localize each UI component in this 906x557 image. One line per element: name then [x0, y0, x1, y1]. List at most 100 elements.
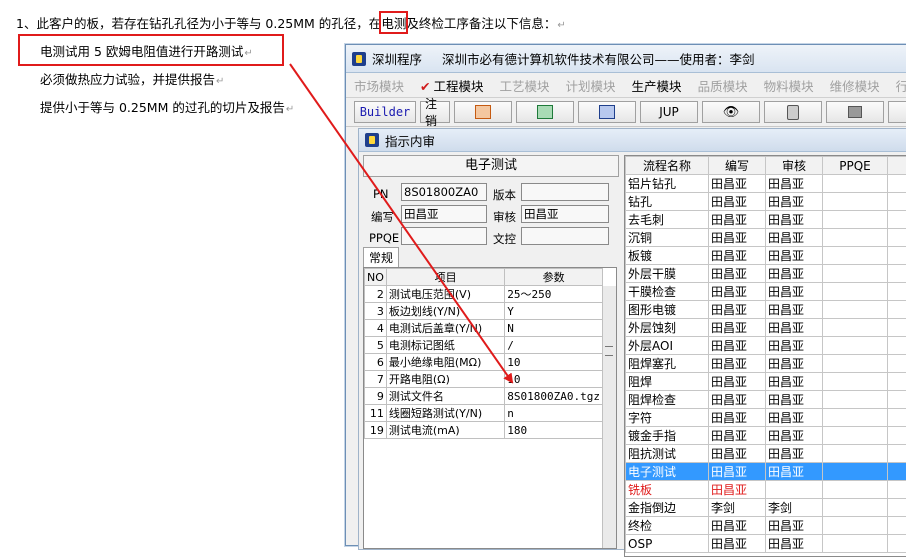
column-header-process-name[interactable]: 流程名称 — [626, 157, 709, 175]
menu-production[interactable]: 生产模块 — [624, 76, 690, 95]
process-row[interactable]: 阻焊检查田昌亚田昌亚 — [626, 391, 906, 409]
column-header-author[interactable]: 编写 — [709, 157, 766, 175]
process-row[interactable]: 图形电镀田昌亚田昌亚 — [626, 301, 906, 319]
param-row[interactable]: 7开路电阻(Ω)10 — [365, 371, 603, 388]
detail-panel: 电子测试 PN 8S01800ZA0 版本 编写 田昌亚 审核 田昌亚 PPQE… — [363, 155, 619, 547]
database-button[interactable] — [764, 101, 822, 123]
column-header-f[interactable]: F — [888, 157, 906, 175]
process-row-ppqe — [823, 193, 888, 211]
column-header-no[interactable]: NO — [365, 269, 387, 286]
param-scrollbar[interactable] — [602, 286, 616, 548]
powerpoint-button[interactable] — [454, 101, 512, 123]
tools-button[interactable] — [826, 101, 884, 123]
process-row[interactable]: 外层蚀刻田昌亚田昌亚 — [626, 319, 906, 337]
menu-maintenance[interactable]: 维修模块 — [822, 76, 888, 95]
process-row-reviewer: 田昌亚 — [766, 373, 823, 391]
view-button[interactable]: 👁 — [702, 101, 760, 123]
jup-button[interactable]: JUP — [640, 101, 698, 123]
version-label: 版本 — [493, 187, 516, 203]
powerpoint-icon — [475, 105, 491, 119]
process-row-f — [888, 391, 906, 409]
menu-admin[interactable]: 行政模 — [888, 76, 906, 95]
builder-button[interactable]: Builder — [354, 101, 416, 123]
process-row[interactable]: 外层干膜田昌亚田昌亚 — [626, 265, 906, 283]
param-row[interactable]: 3板边划线(Y/N)Y — [365, 303, 603, 320]
window-titlebar[interactable]: 深圳程序 深圳市必有德计算机软件技术有限公司——使用者：李剑 — [346, 45, 906, 73]
param-row[interactable]: 9测试文件名8S01800ZA0.tgz — [365, 388, 603, 405]
process-row[interactable]: 沉铜田昌亚田昌亚 — [626, 229, 906, 247]
process-row-ppqe — [823, 175, 888, 193]
process-row[interactable]: 板镀田昌亚田昌亚 — [626, 247, 906, 265]
param-row-no: 6 — [365, 354, 387, 371]
process-row-ppqe — [823, 481, 888, 499]
param-row-value: / — [505, 337, 603, 354]
paragraph-mark: ↵ — [244, 48, 252, 59]
param-row[interactable]: 19测试电流(mA)180 — [365, 422, 603, 439]
process-row[interactable]: OSP田昌亚田昌亚 — [626, 535, 906, 553]
param-row-item: 测试电流(mA) — [386, 422, 504, 439]
process-row[interactable]: 终检田昌亚田昌亚 — [626, 517, 906, 535]
review-field[interactable]: 田昌亚 — [521, 205, 609, 223]
process-row[interactable]: 字符田昌亚田昌亚 — [626, 409, 906, 427]
process-row[interactable]: 镀金手指田昌亚田昌亚 — [626, 427, 906, 445]
process-row-ppqe — [823, 499, 888, 517]
app-window: 深圳程序 深圳市必有德计算机软件技术有限公司——使用者：李剑 市场模块 ✔工程模… — [345, 44, 906, 546]
process-row-author: 田昌亚 — [709, 247, 766, 265]
menu-engineering[interactable]: ✔工程模块 — [412, 76, 492, 95]
word-button[interactable] — [578, 101, 636, 123]
param-row[interactable]: 11线圈短路测试(Y/N)n — [365, 405, 603, 422]
process-row-f — [888, 535, 906, 553]
excel-button[interactable] — [516, 101, 574, 123]
menu-process[interactable]: 工艺模块 — [492, 76, 558, 95]
process-row-reviewer — [766, 481, 823, 499]
column-header-ppqe[interactable]: PPQE — [823, 157, 888, 175]
process-row-author: 田昌亚 — [709, 535, 766, 553]
process-row[interactable]: 外层AOI田昌亚田昌亚 — [626, 337, 906, 355]
param-row[interactable]: 6最小绝缘电阻(MΩ)10 — [365, 354, 603, 371]
tab-general[interactable]: 常规 — [363, 247, 399, 268]
process-row[interactable]: 金指倒边李剑李剑 — [626, 499, 906, 517]
process-row[interactable]: 干膜检查田昌亚田昌亚 — [626, 283, 906, 301]
process-row[interactable]: 铝片钻孔田昌亚田昌亚 — [626, 175, 906, 193]
process-row-name: 图形电镀 — [626, 301, 709, 319]
process-row-author: 田昌亚 — [709, 193, 766, 211]
menu-material[interactable]: 物料模块 — [756, 76, 822, 95]
process-row-author: 田昌亚 — [709, 391, 766, 409]
logout-button[interactable]: 注销 — [420, 101, 450, 123]
subwindow-titlebar[interactable]: 指示内审 — [359, 129, 906, 152]
menu-planning[interactable]: 计划模块 — [558, 76, 624, 95]
process-row-name: 终检 — [626, 517, 709, 535]
column-header-reviewer[interactable]: 审核 — [766, 157, 823, 175]
process-row-author: 田昌亚 — [709, 481, 766, 499]
doc-control-field[interactable] — [521, 227, 609, 245]
process-list-panel: 流程名称 编写 审核 PPQE F 铝片钻孔田昌亚田昌亚钻孔田昌亚田昌亚去毛刺田… — [624, 155, 906, 557]
param-row-no: 11 — [365, 405, 387, 422]
param-row[interactable]: 4电测试后盖章(Y/N)N — [365, 320, 603, 337]
doc-line-1: 1、此客户的板，若存在钻孔孔径为小于等与 0.25MM 的孔径，在电测及终检工序… — [16, 13, 566, 32]
ppqe-field[interactable] — [401, 227, 487, 245]
version-field[interactable] — [521, 183, 609, 201]
process-row[interactable]: 铣板田昌亚 — [626, 481, 906, 499]
process-row-reviewer: 田昌亚 — [766, 535, 823, 553]
process-row[interactable]: 阻抗测试田昌亚田昌亚 — [626, 445, 906, 463]
process-row-f — [888, 247, 906, 265]
process-row[interactable]: 电子测试田昌亚田昌亚 — [626, 463, 906, 481]
param-row[interactable]: 5电测标记图纸/ — [365, 337, 603, 354]
process-row[interactable]: 阻焊塞孔田昌亚田昌亚 — [626, 355, 906, 373]
process-row-author: 田昌亚 — [709, 373, 766, 391]
author-field[interactable]: 田昌亚 — [401, 205, 487, 223]
excel-icon — [537, 105, 553, 119]
process-row[interactable]: 钻孔田昌亚田昌亚 — [626, 193, 906, 211]
menu-quality[interactable]: 品质模块 — [690, 76, 756, 95]
column-header-param[interactable]: 参数 — [505, 269, 603, 286]
column-header-item[interactable]: 项目 — [386, 269, 504, 286]
param-row-no: 19 — [365, 422, 387, 439]
process-row-f — [888, 463, 906, 481]
toolbar-button-extra[interactable] — [888, 101, 906, 123]
process-row-reviewer: 田昌亚 — [766, 247, 823, 265]
process-row[interactable]: 阻焊田昌亚田昌亚 — [626, 373, 906, 391]
process-row[interactable]: 去毛刺田昌亚田昌亚 — [626, 211, 906, 229]
param-row[interactable]: 2测试电压范围(V)25～250 — [365, 286, 603, 303]
pn-field[interactable]: 8S01800ZA0 — [401, 183, 487, 201]
menu-market[interactable]: 市场模块 — [346, 76, 412, 95]
